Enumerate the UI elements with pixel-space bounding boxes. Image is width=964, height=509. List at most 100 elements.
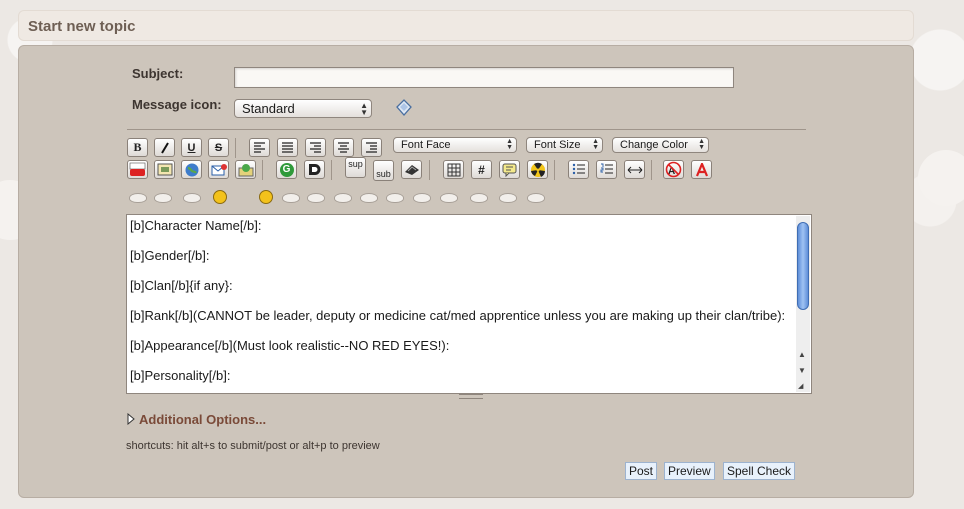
image-button[interactable] [154, 160, 175, 179]
smile-smiley-icon[interactable] [259, 190, 273, 204]
scroll-up-icon[interactable]: ▲ [798, 350, 806, 359]
radioactive-button[interactable] [527, 160, 548, 179]
table-icon [447, 163, 460, 176]
divider [127, 129, 806, 130]
smiley-icon[interactable] [154, 193, 172, 203]
hash-button[interactable]: # [471, 160, 492, 179]
link-button[interactable] [181, 160, 202, 179]
smiley-icon[interactable] [183, 193, 201, 203]
toolbar-separator [429, 160, 430, 180]
bg-dot [918, 150, 964, 206]
youtube-icon [129, 162, 146, 176]
indent-icon [366, 142, 377, 153]
align-center-icon [338, 142, 349, 153]
italic-button[interactable] [154, 138, 175, 157]
align-left-icon [254, 142, 265, 153]
toolbar-separator [554, 160, 555, 180]
scroll-down-icon[interactable]: ▼ [798, 366, 806, 375]
horizontal-rule-button[interactable] [624, 160, 645, 179]
select-arrows-icon: ▲ ▼ [592, 138, 599, 151]
horizontal-rule-icon [627, 166, 642, 173]
font-color-button[interactable] [691, 160, 712, 179]
subscript-button[interactable]: sub [373, 160, 394, 181]
email-button[interactable] [208, 160, 229, 179]
wiki-button[interactable] [304, 160, 325, 179]
change-color-select[interactable]: Change Color ▲ ▼ [612, 137, 709, 153]
strike-button[interactable]: S [208, 138, 229, 157]
toolbar-separator [331, 160, 332, 180]
flash-icon [238, 163, 253, 176]
select-arrows-icon: ▲ ▼ [698, 138, 705, 151]
message-textarea[interactable]: [b]Character Name[/b]: [b]Gender[/b]: [b… [130, 218, 790, 390]
google-button[interactable]: G [276, 160, 297, 179]
editor-scrollbar[interactable]: ▲ ▼ ◢ [796, 216, 810, 392]
smiley-icon[interactable] [129, 193, 147, 203]
align-right-icon [310, 142, 321, 153]
additional-options-toggle[interactable]: Additional Options... [127, 412, 266, 427]
page-title: Start new topic [28, 18, 136, 35]
toolbar-separator [651, 160, 652, 180]
resize-grip[interactable] [459, 394, 483, 399]
additional-options-label: Additional Options... [139, 412, 267, 427]
align-justify-icon [282, 142, 293, 153]
message-icon-select[interactable]: Standard ▲ ▼ [234, 99, 372, 118]
post-form-panel: Subject: Message icon: Standard ▲ ▼ B U S… [18, 45, 914, 498]
align-right-button[interactable] [305, 138, 326, 157]
youtube-button[interactable] [127, 160, 148, 179]
toolbar-separator [235, 138, 236, 158]
change-color-value: Change Color [620, 139, 688, 151]
smiley-icon[interactable] [282, 193, 300, 203]
flash-button[interactable] [235, 160, 256, 179]
align-justify-button[interactable] [277, 138, 298, 157]
smiley-icon[interactable] [527, 193, 545, 203]
indent-button[interactable] [361, 138, 382, 157]
message-editor[interactable]: [b]Character Name[/b]: [b]Gender[/b]: [b… [126, 214, 812, 394]
align-center-button[interactable] [333, 138, 354, 157]
smiley-icon[interactable] [470, 193, 488, 203]
message-icon-label: Message icon: [132, 97, 222, 112]
message-icon-value: Standard [242, 101, 295, 116]
numbered-list-button[interactable] [596, 160, 617, 179]
font-face-value: Font Face [401, 139, 451, 151]
spell-check-button[interactable]: Spell Check [723, 462, 796, 480]
numbered-list-icon [600, 163, 613, 174]
subject-label: Subject: [132, 66, 184, 81]
bullet-list-button[interactable] [568, 160, 589, 179]
font-face-select[interactable]: Font Face ▲ ▼ [393, 137, 517, 153]
font-size-select[interactable]: Font Size ▲ ▼ [526, 137, 603, 153]
post-button[interactable]: Post [625, 462, 658, 480]
smiley-icon[interactable] [499, 193, 517, 203]
smiley-icon[interactable] [386, 193, 404, 203]
underline-button[interactable]: U [181, 138, 202, 157]
superscript-button[interactable]: sup [345, 157, 366, 178]
message-icon-preview [396, 99, 412, 116]
quote-button[interactable] [499, 160, 520, 179]
smiley-icon[interactable] [307, 193, 325, 203]
email-icon [211, 163, 227, 175]
font-color-icon [695, 162, 708, 176]
smiley-icon[interactable] [440, 193, 458, 203]
smiley-icon[interactable] [360, 193, 378, 203]
toolbar-separator [262, 160, 263, 180]
bold-button[interactable]: B [127, 138, 148, 157]
page-header: Start new topic [18, 10, 914, 41]
scrollbar-thumb[interactable] [797, 222, 809, 310]
keyboard-icon [404, 165, 419, 175]
smiley-icon[interactable] [413, 193, 431, 203]
smiley-icon[interactable] [334, 193, 352, 203]
google-icon: G [279, 162, 294, 177]
resize-corner-icon[interactable]: ◢ [798, 382, 803, 390]
code-button[interactable] [401, 160, 422, 179]
remove-format-button[interactable]: A [663, 160, 684, 179]
preview-button[interactable]: Preview [664, 462, 715, 480]
italic-icon [160, 141, 169, 154]
table-button[interactable] [443, 160, 464, 179]
subject-input[interactable] [234, 67, 734, 88]
grin-smiley-icon[interactable] [213, 190, 227, 204]
bullet-list-icon [572, 163, 585, 175]
font-size-value: Font Size [534, 139, 581, 151]
expand-triangle-icon [127, 412, 135, 426]
align-left-button[interactable] [249, 138, 270, 157]
remove-format-icon: A [665, 161, 682, 178]
wiki-icon [309, 164, 321, 175]
